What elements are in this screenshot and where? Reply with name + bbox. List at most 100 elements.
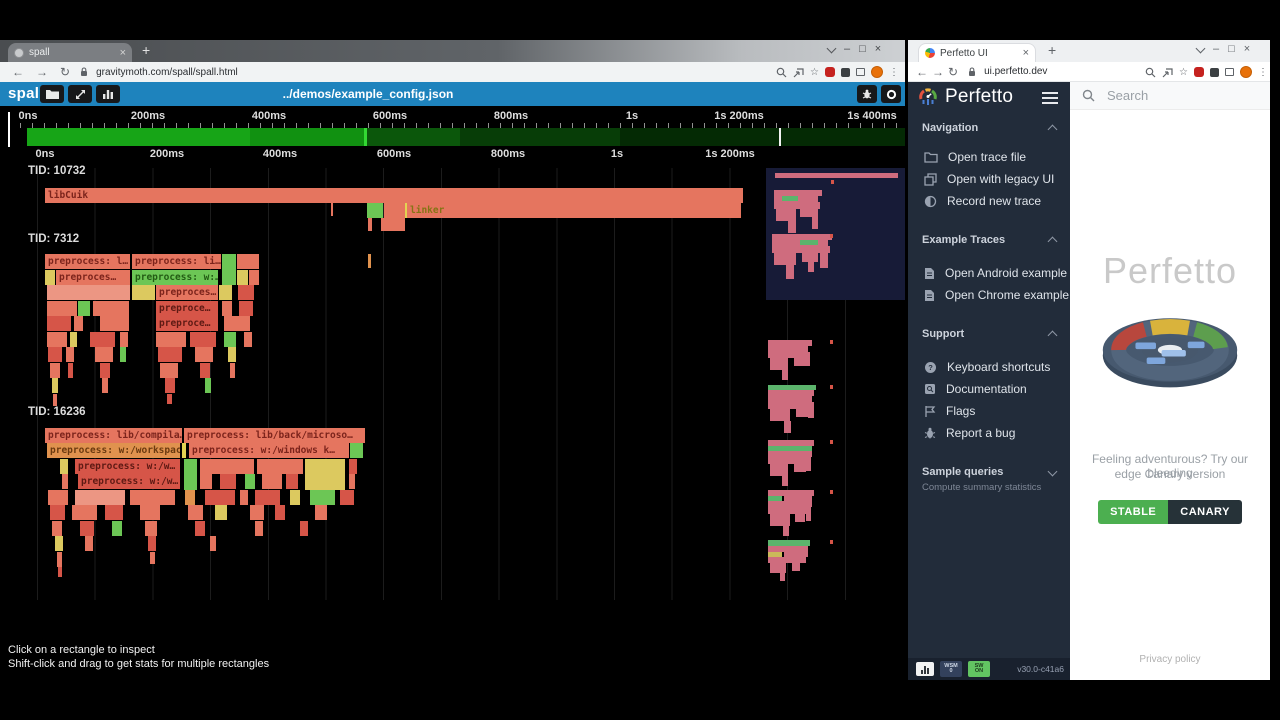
forward-button[interactable]: → (36, 65, 48, 79)
flame-bar[interactable] (195, 347, 213, 362)
maximize-button[interactable]: □ (859, 43, 866, 55)
flame-bar[interactable] (160, 363, 178, 378)
reload-button[interactable]: ↻ (60, 65, 70, 79)
flame-bar[interactable] (57, 552, 62, 567)
flame-bar[interactable] (140, 505, 160, 520)
flame-bar[interactable] (74, 316, 83, 331)
flame-bar[interactable] (219, 285, 232, 300)
menu-kebab-icon[interactable]: ⋮ (1258, 67, 1268, 78)
flame-bar[interactable] (130, 490, 175, 505)
flame-bar[interactable] (60, 459, 68, 474)
close-button[interactable]: × (1244, 43, 1250, 55)
flame-bar[interactable] (80, 521, 94, 536)
flame-bar[interactable] (255, 490, 280, 505)
flame-bar[interactable] (78, 301, 90, 316)
metrics-badge[interactable] (916, 662, 934, 676)
flame-bar[interactable] (286, 474, 298, 489)
flame-bar[interactable]: preprocess: w:/workspac… (47, 443, 180, 458)
flame-bar[interactable] (237, 270, 248, 285)
flame-bar[interactable] (145, 521, 157, 536)
flame-bar[interactable] (48, 490, 68, 505)
sidebar-item-record-new-trace[interactable]: Record new trace (908, 190, 1070, 212)
flame-bar[interactable]: preprocess: w:/w… (75, 459, 180, 474)
flame-bar[interactable] (200, 459, 254, 474)
sidebar-item-flags[interactable]: Flags (908, 400, 1070, 422)
flame-bar[interactable] (222, 301, 232, 316)
flame-bar[interactable] (368, 254, 371, 268)
bookmark-star-icon[interactable]: ☆ (1179, 67, 1188, 78)
flame-bar[interactable]: preprocess: lib/back/microso… (184, 428, 365, 443)
flame-bar[interactable] (244, 332, 252, 347)
flame-bar[interactable] (245, 474, 255, 489)
adblock-extension-icon[interactable] (825, 67, 835, 77)
chevron-up-icon[interactable] (1048, 237, 1058, 247)
flame-bar[interactable] (165, 378, 175, 393)
flame-bar[interactable] (238, 285, 254, 300)
search-input[interactable] (1105, 87, 1249, 104)
flame-bar[interactable] (350, 443, 363, 458)
side-panel-icon[interactable] (856, 68, 865, 76)
flame-bar[interactable] (100, 363, 110, 378)
report-bug-button[interactable] (857, 85, 877, 103)
flame-bar[interactable] (331, 203, 333, 216)
url-text[interactable]: gravitymoth.com/spall/spall.html (96, 67, 238, 78)
flame-bar[interactable]: preprocess: lib/compila… (45, 428, 182, 443)
flame-bar[interactable] (222, 254, 236, 285)
flame-bar[interactable] (340, 490, 354, 505)
flame-bar[interactable]: libCuik (45, 188, 743, 203)
flame-bar[interactable] (239, 301, 253, 316)
adblock-extension-icon[interactable] (1194, 67, 1204, 77)
flame-bar[interactable] (47, 301, 77, 316)
flame-bar[interactable]: preprocess: l… (45, 254, 130, 269)
flame-bar[interactable]: preprocess: w:/windows k… (189, 443, 349, 458)
close-button[interactable]: × (875, 43, 881, 55)
flame-bar[interactable] (275, 505, 285, 520)
flame-bar[interactable] (240, 490, 248, 505)
tab-close-icon[interactable]: × (120, 47, 126, 59)
flame-bar[interactable] (105, 505, 123, 520)
zoom-icon[interactable] (1145, 67, 1156, 78)
flame-bar[interactable] (182, 443, 186, 458)
flame-bar[interactable] (220, 474, 236, 489)
bookmark-star-icon[interactable]: ☆ (810, 67, 819, 78)
flame-bar[interactable] (184, 459, 197, 490)
sidebar-item-report-a-bug[interactable]: Report a bug (908, 422, 1070, 444)
flame-bar[interactable] (224, 316, 250, 331)
stats-button[interactable] (96, 85, 120, 103)
open-file-button[interactable] (40, 85, 64, 103)
flame-bar[interactable]: preproce… (156, 301, 218, 316)
sidebar-item-open-chrome-example[interactable]: Open Chrome example (908, 284, 1070, 306)
measure-tool-button[interactable] (68, 85, 92, 103)
right-tab-perfetto[interactable]: Perfetto UI × (918, 43, 1036, 62)
flame-bar[interactable] (262, 474, 282, 489)
flame-bar[interactable] (185, 490, 195, 505)
flame-bar[interactable]: preproce… (156, 316, 218, 331)
flame-bar[interactable] (55, 536, 63, 551)
flame-bar[interactable] (132, 285, 155, 300)
left-tab-spall[interactable]: spall × (8, 43, 132, 62)
flame-bar[interactable] (93, 301, 129, 316)
chevron-down-icon[interactable] (1048, 467, 1058, 477)
flame-bar[interactable] (228, 347, 236, 362)
settings-button[interactable] (881, 85, 901, 103)
share-icon[interactable] (793, 67, 804, 78)
minimize-button[interactable]: – (844, 43, 850, 55)
flame-bar[interactable] (200, 363, 210, 378)
reload-button[interactable]: ↻ (948, 65, 958, 79)
menu-kebab-icon[interactable]: ⋮ (889, 67, 899, 78)
flame-bar[interactable]: preprocess: w:/w… (78, 474, 180, 489)
flame-bar[interactable] (384, 203, 405, 218)
flame-bar[interactable]: linker (407, 203, 741, 218)
flame-bar[interactable] (112, 521, 122, 536)
sidebar-item-open-trace-file[interactable]: Open trace file (908, 146, 1070, 168)
flame-bar[interactable] (315, 505, 327, 520)
flame-bar[interactable] (48, 347, 62, 362)
flame-bar[interactable] (58, 567, 62, 577)
forward-button[interactable]: → (932, 65, 944, 79)
flame-bar[interactable] (85, 536, 93, 551)
side-panel-icon[interactable] (1225, 68, 1234, 76)
privacy-policy-link[interactable]: Privacy policy (1070, 654, 1270, 665)
flame-bar[interactable] (158, 347, 182, 362)
stable-button[interactable]: STABLE (1098, 500, 1168, 524)
flame-bar[interactable] (66, 347, 74, 362)
